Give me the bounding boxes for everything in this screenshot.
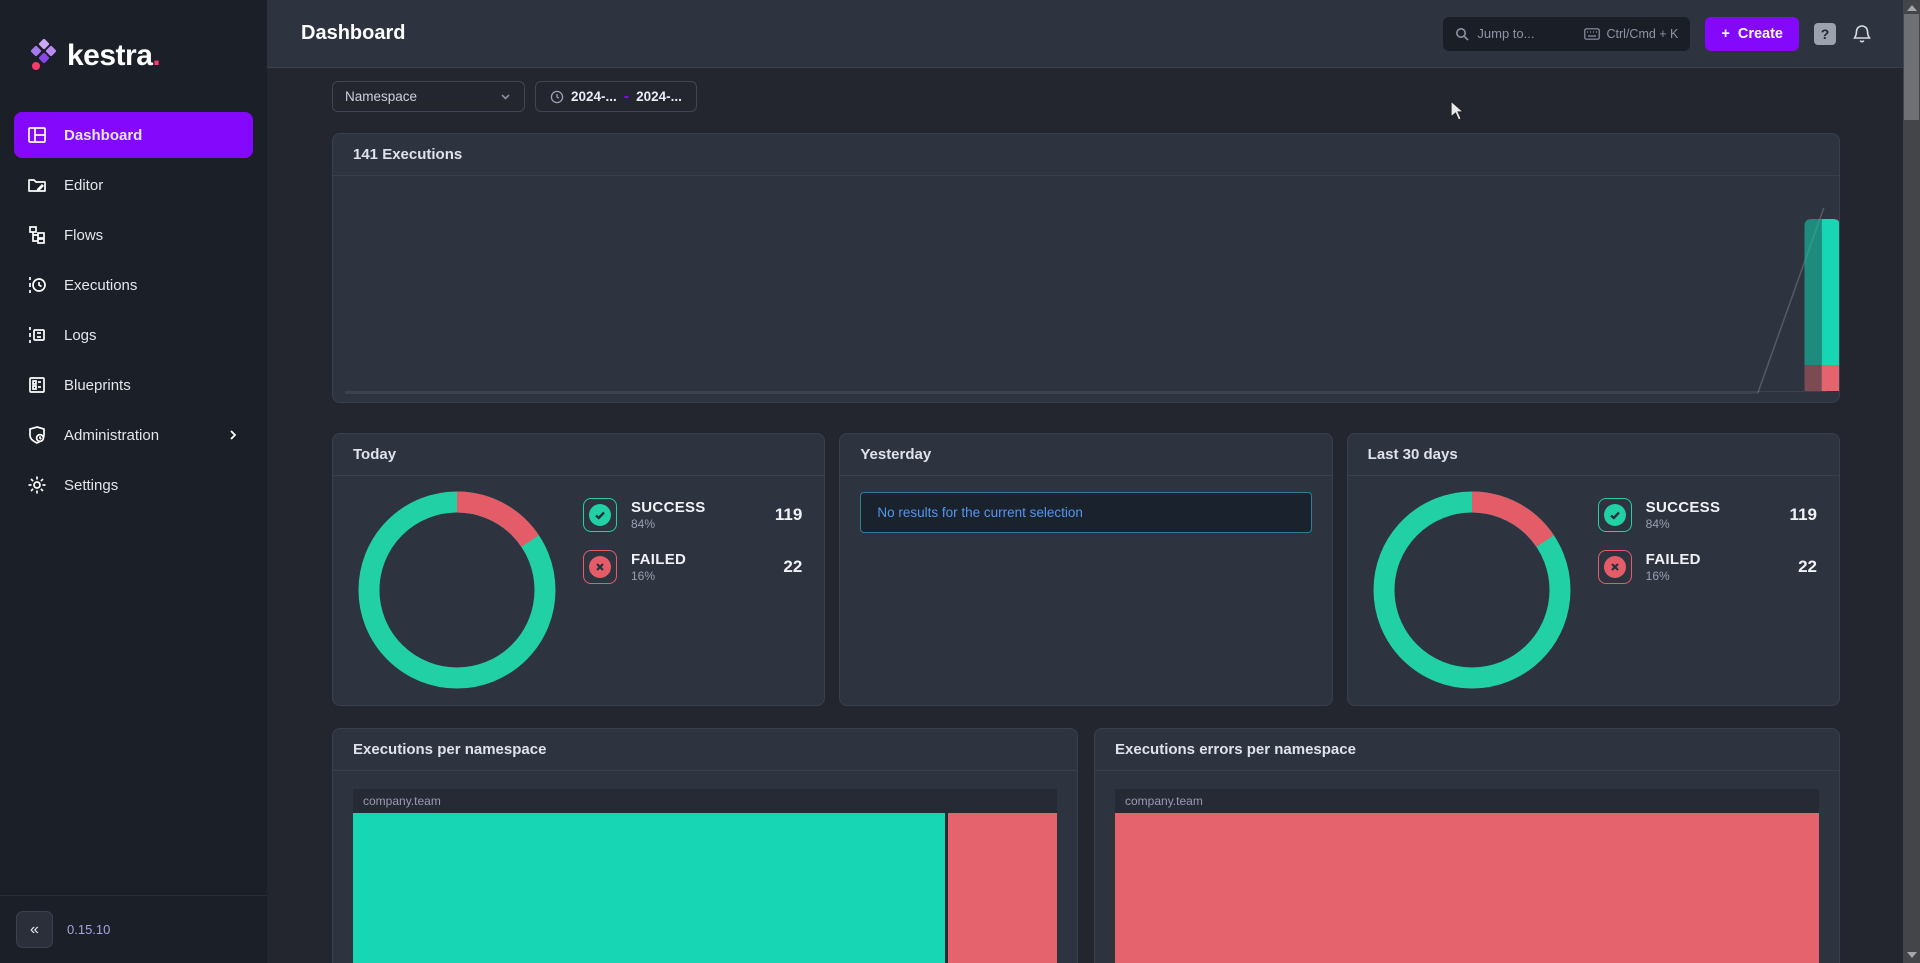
blueprint-card-icon (27, 375, 47, 395)
success-count: 119 (1790, 505, 1819, 525)
plus-icon: + (1721, 26, 1729, 42)
legend-success-row[interactable]: SUCCESS 84% 119 (583, 498, 804, 532)
sidebar-item-flows[interactable]: Flows (14, 212, 253, 258)
failed-count: 22 (1798, 557, 1819, 577)
executions-errors-per-namespace-card: Executions errors per namespace company.… (1094, 728, 1840, 963)
scroll-down-arrow-icon[interactable] (1907, 952, 1917, 958)
last30-donut-chart[interactable] (1372, 490, 1572, 690)
help-icon[interactable]: ? (1814, 23, 1836, 45)
last30-title: Last 30 days (1348, 434, 1839, 476)
sidebar-footer: « 0.15.10 (0, 895, 267, 963)
filter-bar: Namespace 2024-... - 2024-... (332, 81, 1840, 112)
sidebar-item-executions[interactable]: Executions (14, 262, 253, 308)
search-placeholder: Jump to... (1477, 26, 1534, 41)
create-button[interactable]: + Create (1705, 17, 1799, 51)
search-icon (1455, 27, 1469, 41)
kestra-logo[interactable]: kestra. (0, 0, 267, 80)
today-title: Today (333, 434, 824, 476)
notifications-bell-icon[interactable] (1851, 23, 1873, 45)
yesterday-title: Yesterday (840, 434, 1331, 476)
x-icon (1610, 562, 1620, 572)
namespace-filter-select[interactable]: Namespace (332, 81, 525, 112)
chevron-down-icon (499, 90, 512, 103)
today-donut-chart[interactable] (357, 490, 557, 690)
executions-per-namespace-title: Executions per namespace (333, 729, 1077, 771)
topbar-actions: Jump to... Ctrl/Cmd + K + Create ? (1443, 17, 1873, 51)
namespace-row: Executions per namespace company.team Ex… (332, 728, 1840, 963)
clock-icon (550, 90, 564, 104)
gear-icon (27, 475, 47, 495)
yesterday-card: Yesterday No results for the current sel… (839, 433, 1332, 706)
timeline-chart-svg (333, 176, 1839, 403)
timeline-list-icon (27, 325, 47, 345)
success-count: 119 (775, 505, 804, 525)
today-legend: SUCCESS 84% 119 FAILED 16% 22 (583, 490, 804, 690)
collapse-sidebar-button[interactable]: « (16, 911, 53, 948)
executions-per-namespace-card: Executions per namespace company.team (332, 728, 1078, 963)
jump-to-search[interactable]: Jump to... Ctrl/Cmd + K (1443, 17, 1690, 51)
topbar: Dashboard Jump to... Ctrl/Cmd + K + Crea… (267, 0, 1903, 68)
executions-errors-per-namespace-title: Executions errors per namespace (1095, 729, 1839, 771)
failed-count: 22 (783, 557, 804, 577)
sidebar-item-administration[interactable]: Administration (14, 412, 253, 458)
keyboard-icon (1584, 28, 1600, 40)
last30-legend: SUCCESS 84% 119 FAILED 16% 22 (1598, 490, 1819, 690)
grid-icon (27, 125, 47, 145)
folder-edit-icon (27, 175, 47, 195)
success-bar-segment[interactable] (353, 813, 945, 963)
brand-name: kestra. (67, 39, 160, 73)
date-end: 2024-... (636, 89, 682, 104)
executions-timeline-card: 141 Executions (332, 133, 1840, 403)
legend-failed-row[interactable]: FAILED 16% 22 (583, 550, 804, 584)
search-shortcut: Ctrl/Cmd + K (1584, 27, 1679, 41)
sidebar-nav: Dashboard Editor Flows Executions (0, 110, 267, 510)
vertical-scrollbar[interactable] (1903, 0, 1920, 963)
executions-timeline-title: 141 Executions (333, 134, 1839, 176)
last30-card: Last 30 days SUCCESS 84% 1 (1347, 433, 1840, 706)
sidebar-item-blueprints[interactable]: Blueprints (14, 362, 253, 408)
legend-failed-row[interactable]: FAILED 16% 22 (1598, 550, 1819, 584)
no-results-alert: No results for the current selection (860, 492, 1311, 533)
namespace-label: company.team (353, 789, 1057, 813)
app-version: 0.15.10 (67, 922, 110, 937)
failed-bar-segment[interactable] (948, 813, 1057, 963)
scroll-up-arrow-icon[interactable] (1907, 5, 1917, 11)
today-card: Today SUCCESS 84% 119 (332, 433, 825, 706)
chevron-right-icon (226, 428, 240, 442)
flow-tree-icon (27, 225, 47, 245)
shield-clock-icon (27, 425, 47, 445)
sidebar-item-editor[interactable]: Editor (14, 162, 253, 208)
page-title: Dashboard (301, 22, 405, 45)
scrollbar-thumb[interactable] (1904, 14, 1919, 120)
timeline-clock-icon (27, 275, 47, 295)
main-content: Namespace 2024-... - 2024-... 141 Execut… (267, 68, 1903, 963)
namespace-label: company.team (1115, 789, 1819, 813)
sidebar-item-settings[interactable]: Settings (14, 462, 253, 508)
check-icon (1609, 509, 1621, 521)
date-start: 2024-... (571, 89, 617, 104)
sidebar-item-dashboard[interactable]: Dashboard (14, 112, 253, 158)
date-separator: - (624, 88, 629, 106)
sidebar: kestra. Dashboard Editor Flows (0, 0, 267, 963)
legend-success-row[interactable]: SUCCESS 84% 119 (1598, 498, 1819, 532)
date-range-filter[interactable]: 2024-... - 2024-... (535, 81, 697, 112)
failed-bar-segment[interactable] (1115, 813, 1819, 963)
namespace-bar-chart[interactable]: company.team (353, 789, 1057, 963)
errors-namespace-bar-chart[interactable]: company.team (1115, 789, 1819, 963)
x-icon (595, 562, 605, 572)
executions-timeline-chart[interactable] (333, 176, 1839, 403)
sidebar-item-logs[interactable]: Logs (14, 312, 253, 358)
check-icon (594, 509, 606, 521)
summary-row: Today SUCCESS 84% 119 (332, 433, 1840, 706)
kestra-logo-icon (27, 39, 57, 73)
